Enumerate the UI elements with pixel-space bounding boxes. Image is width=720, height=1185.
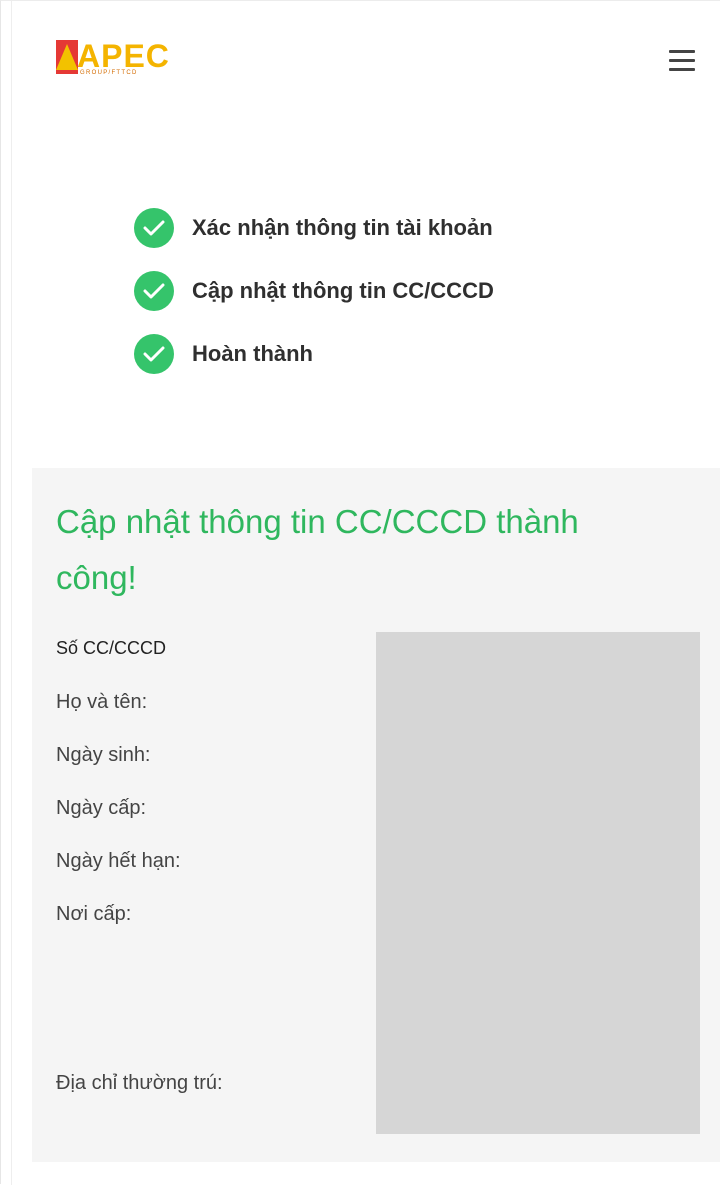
- apec-logo[interactable]: APEC GROUP/FTTCD: [56, 38, 216, 80]
- hamburger-icon-bar: [669, 67, 695, 71]
- check-circle-icon: [134, 208, 174, 248]
- issue-date-label: Ngày cấp:: [56, 797, 147, 819]
- place-of-issue-label: Nơi cấp:: [56, 903, 132, 925]
- full-name-label: Họ và tên:: [56, 691, 148, 713]
- result-card: Cập nhật thông tin CC/CCCD thành công! S…: [32, 468, 720, 1162]
- check-circle-icon: [134, 334, 174, 374]
- progress-steps: Xác nhận thông tin tài khoản Cập nhật th…: [134, 206, 494, 395]
- step-item: Hoàn thành: [134, 332, 494, 376]
- step-item: Xác nhận thông tin tài khoản: [134, 206, 494, 250]
- hamburger-icon-bar: [669, 58, 695, 62]
- redacted-values-block: [376, 632, 700, 1134]
- hamburger-menu-button[interactable]: [662, 42, 702, 78]
- date-of-birth-label: Ngày sinh:: [56, 744, 151, 766]
- step-label: Cập nhật thông tin CC/CCCD: [192, 278, 494, 303]
- logo-subtext: GROUP/FTTCD: [80, 70, 138, 76]
- id-number-label: Số CC/CCCD: [56, 638, 167, 658]
- hamburger-icon: [669, 49, 695, 53]
- expiry-date-label: Ngày hết hạn:: [56, 850, 181, 872]
- success-title: Cập nhật thông tin CC/CCCD thành công!: [56, 503, 579, 596]
- step-item: Cập nhật thông tin CC/CCCD: [134, 269, 494, 313]
- step-label: Xác nhận thông tin tài khoản: [192, 215, 493, 240]
- logo-mark: [56, 40, 78, 74]
- step-label: Hoàn thành: [192, 341, 313, 366]
- permanent-address-label: Địa chỉ thường trú:: [56, 1072, 223, 1094]
- check-circle-icon: [134, 271, 174, 311]
